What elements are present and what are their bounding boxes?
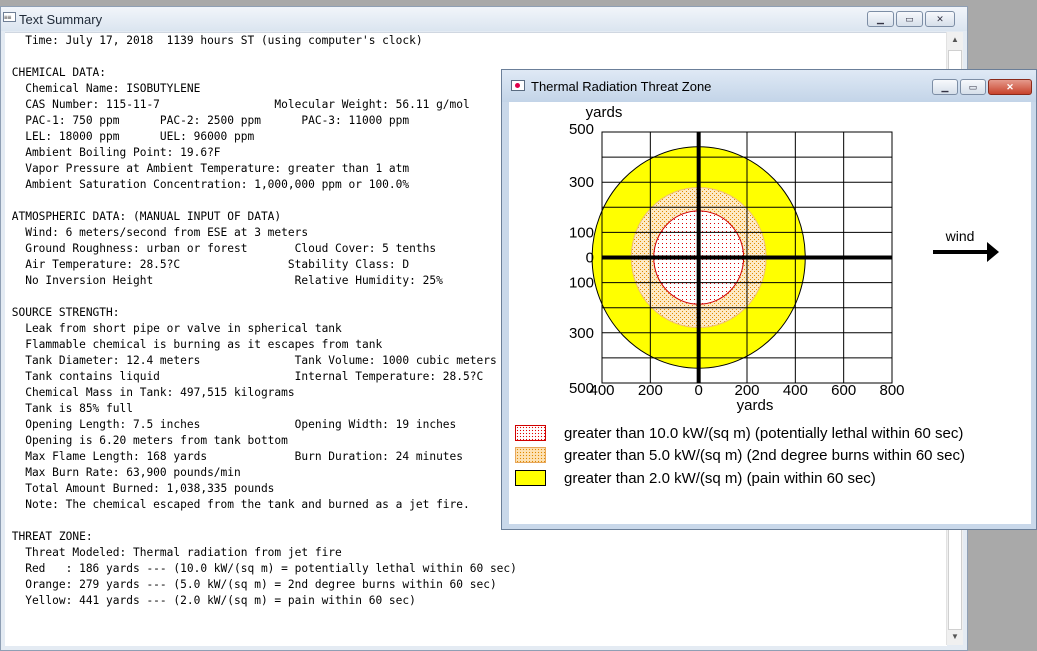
x-tick-label: 600	[831, 382, 856, 399]
minimize-icon: ▁	[941, 81, 949, 92]
maximize-button[interactable]: ▭	[896, 11, 923, 27]
minimize-button[interactable]: ▁	[932, 79, 958, 95]
close-button[interactable]: ✕	[925, 11, 955, 27]
y-axis-label: yards	[586, 104, 623, 121]
legend-item: greater than 2.0 kW/(sq m) (pain within …	[515, 469, 876, 487]
legend-item: greater than 5.0 kW/(sq m) (2nd degree b…	[515, 446, 965, 464]
legend-swatch	[515, 470, 546, 486]
x-tick-label: 200	[638, 382, 663, 399]
threat-zone-plot-area: 400 200 0 200 400 600 800 500 300 100 0 100 300 500 y…	[509, 102, 1031, 524]
legend-swatch	[515, 447, 546, 463]
minimize-button[interactable]: ▁	[867, 11, 894, 27]
x-axis-label: yards	[737, 397, 774, 414]
document-icon: ≡≡	[3, 12, 16, 22]
y-tick-label: 500	[569, 121, 594, 138]
threat-zone-title: Thermal Radiation Threat Zone	[531, 79, 712, 94]
summary-line: Orange: 279 yards --- (5.0 kW/(sq m) = 2…	[5, 578, 497, 591]
y-tick-label: 0	[586, 250, 594, 267]
close-button[interactable]: ✕	[988, 79, 1032, 95]
maximize-icon: ▭	[968, 81, 978, 92]
y-tick-label: 500	[569, 380, 594, 397]
y-tick-label: 300	[569, 174, 594, 191]
wind-arrow-icon	[933, 242, 999, 262]
summary-line: Red : 186 yards --- (10.0 kW/(sq m) = po…	[5, 562, 517, 575]
summary-line	[5, 49, 947, 65]
legend-swatch	[515, 425, 546, 441]
close-icon: ✕	[936, 13, 944, 24]
maximize-button[interactable]: ▭	[960, 79, 986, 95]
text-summary-title: Text Summary	[19, 12, 103, 27]
legend-label: greater than 10.0 kW/(sq m) (potentially…	[564, 424, 964, 442]
threat-zone-window-controls: ▁ ▭ ✕	[932, 79, 1032, 95]
summary-line: Yellow: 441 yards --- (2.0 kW/(sq m) = p…	[5, 594, 416, 607]
legend-item: greater than 10.0 kW/(sq m) (potentially…	[515, 424, 963, 442]
legend-label: greater than 5.0 kW/(sq m) (2nd degree b…	[564, 446, 966, 464]
close-icon: ✕	[1006, 81, 1014, 92]
y-tick-label: 100	[569, 224, 594, 241]
x-tick-label: 0	[694, 382, 702, 399]
threat-zone-titlebar[interactable]: Thermal Radiation Threat Zone ▁ ▭ ✕	[502, 70, 1036, 102]
text-summary-window-controls: ▁ ▭ ✕	[867, 11, 955, 27]
x-tick-label: 400	[783, 382, 808, 399]
summary-line: Time: July 17, 2018 1139 hours ST (using…	[5, 34, 423, 47]
summary-line: THREAT ZONE:	[5, 530, 93, 543]
y-tick-label: 300	[569, 325, 594, 342]
threat-zone-window: Thermal Radiation Threat Zone ▁ ▭ ✕ 400 …	[501, 69, 1037, 530]
legend-label: greater than 2.0 kW/(sq m) (pain within …	[564, 469, 876, 487]
scroll-up-icon[interactable]: ▲	[947, 32, 963, 48]
y-tick-label: 100	[569, 275, 594, 292]
threat-zone-chart: 400 200 0 200 400 600 8005003001000100300500 y…	[569, 104, 999, 414]
scroll-down-icon[interactable]: ▼	[947, 629, 963, 645]
wind-label: wind	[945, 228, 975, 244]
summary-line: Threat Modeled: Thermal radiation from j…	[5, 546, 342, 559]
plot-window-icon	[511, 80, 525, 91]
maximize-icon: ▭	[905, 13, 914, 24]
text-summary-titlebar[interactable]: ≡≡ Text Summary ▁ ▭ ✕	[1, 7, 967, 31]
minimize-icon: ▁	[877, 13, 884, 24]
x-tick-label: 800	[879, 382, 904, 399]
